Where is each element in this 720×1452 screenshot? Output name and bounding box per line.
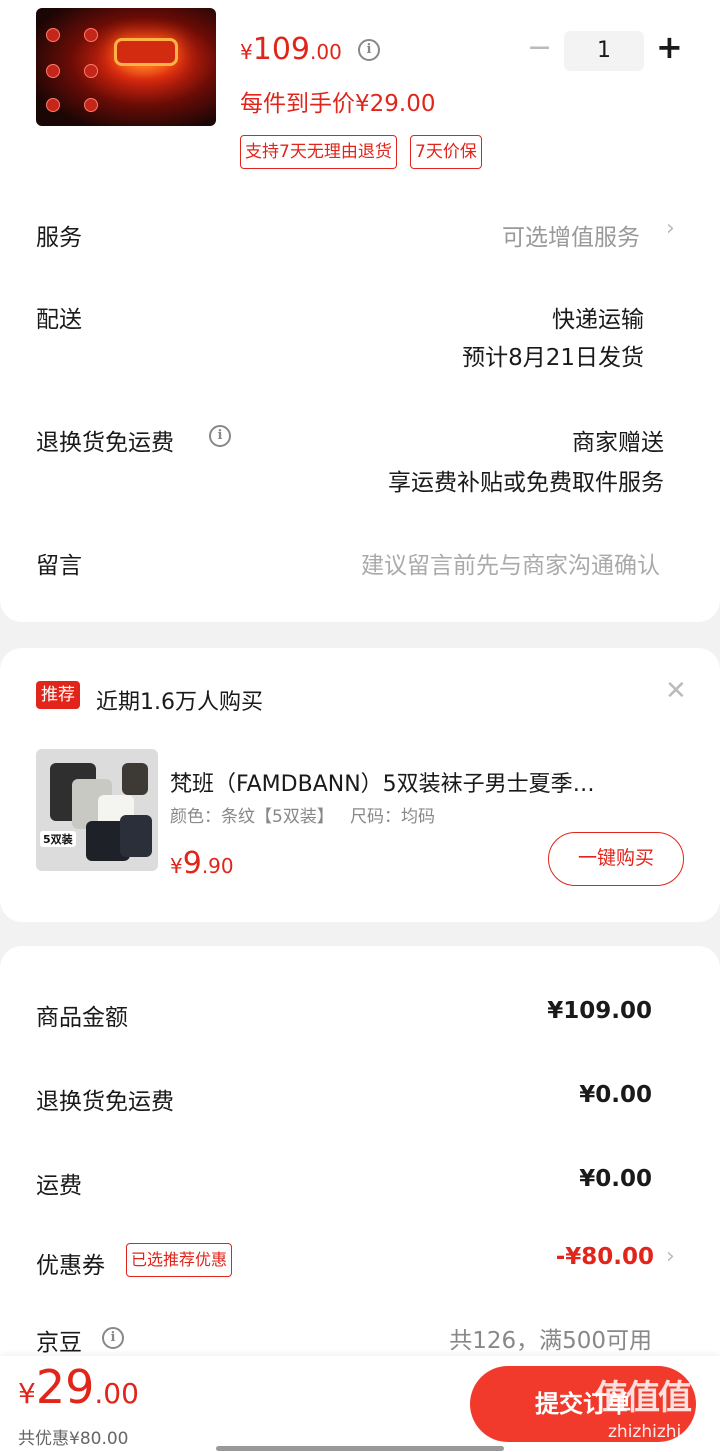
recommend-title: 近期1.6万人购买 — [96, 690, 263, 715]
recommend-product-image[interactable]: 5双装 — [36, 749, 158, 871]
message-label: 留言 — [36, 553, 82, 579]
shipping-value: ¥0.00 — [579, 1166, 652, 1192]
tag-price-protect: 7天价保 — [410, 135, 482, 169]
delivery-method[interactable]: 快递运输 — [400, 300, 644, 334]
quantity-plus-button[interactable]: + — [656, 28, 683, 66]
coupon-label: 优惠券 — [36, 1253, 105, 1279]
goods-amount-value: ¥109.00 — [547, 998, 652, 1024]
jingdou-value: 共126，满500可用 — [449, 1328, 652, 1354]
recommend-product-name[interactable]: 梵班（FAMDBANN）5双装袜子男士夏季… — [170, 766, 682, 798]
return-shipping-provider: 商家赠送 — [572, 430, 664, 456]
service-chevron-icon[interactable]: › — [666, 216, 675, 241]
order-card: ¥109.00 i − 1 + 每件到手价¥29.00 支持7天无理由退货 7天… — [0, 0, 720, 622]
coupon-chevron-icon[interactable]: › — [666, 1244, 675, 1269]
recommend-price: ¥9.90 — [170, 846, 234, 881]
final-price-label: 每件到手价¥29.00 — [240, 91, 436, 117]
delivery-label: 配送 — [36, 307, 82, 333]
delivery-date: 预计8月21日发货 — [462, 345, 644, 371]
goods-amount-label: 商品金额 — [36, 1005, 128, 1031]
price-info-icon[interactable]: i — [358, 39, 380, 61]
coupon-tag: 已选推荐优惠 — [126, 1243, 233, 1277]
recommend-close-icon[interactable]: ✕ — [665, 676, 687, 706]
return-shipping-label: 退换货免运费 — [36, 430, 174, 456]
jingdou-info-icon[interactable]: i — [102, 1327, 124, 1349]
return-fee-value: ¥0.00 — [579, 1082, 652, 1108]
service-value[interactable]: 可选增值服务 — [440, 218, 640, 252]
return-fee-label: 退换货免运费 — [36, 1089, 174, 1115]
recommend-product-spec: 颜色：条纹【5双装】 尺码：均码 — [170, 807, 436, 827]
message-input[interactable]: 建议留言前先与商家沟通确认 — [300, 546, 660, 580]
home-indicator[interactable] — [216, 1446, 504, 1451]
coupon-value[interactable]: -¥80.00 — [450, 1244, 654, 1270]
service-label: 服务 — [36, 225, 82, 251]
total-price: ¥29.00 — [18, 1360, 139, 1414]
pack-label: 5双装 — [40, 831, 76, 847]
product-image[interactable] — [36, 8, 216, 126]
total-discount-text: 共优惠¥80.00 — [18, 1429, 129, 1449]
return-shipping-desc: 享运费补贴或免费取件服务 — [388, 470, 664, 496]
tag-7day-return: 支持7天无理由退货 — [240, 135, 397, 169]
quantity-minus-button[interactable]: − — [527, 30, 552, 65]
jingdou-label: 京豆 — [36, 1330, 82, 1356]
recommend-badge: 推荐 — [36, 681, 80, 709]
return-shipping-info-icon[interactable]: i — [209, 425, 231, 447]
watermark-logo: 值值值 — [594, 1378, 692, 1418]
product-price: ¥109.00 — [240, 32, 342, 67]
one-click-buy-button[interactable]: 一键购买 — [548, 832, 684, 886]
quantity-input[interactable]: 1 — [564, 31, 644, 71]
watermark-url: zhizhizhi.com — [608, 1422, 720, 1442]
shipping-label: 运费 — [36, 1173, 82, 1199]
